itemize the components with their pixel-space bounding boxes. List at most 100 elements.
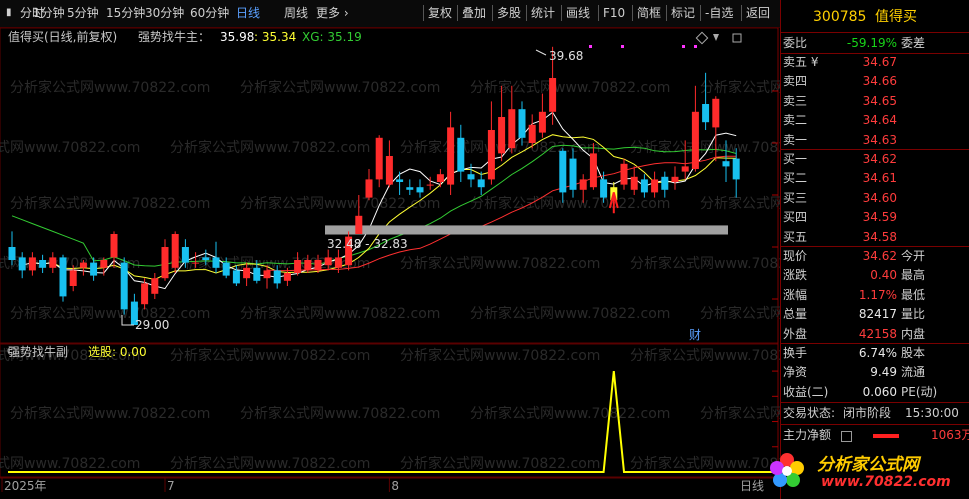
candle-body [28,257,36,271]
candle-body [498,117,506,154]
sell-row: 卖五 ¥ 34.67 [781,53,969,72]
dropdown-icon [713,34,719,41]
candle-body [559,150,567,193]
candle-body [416,187,424,193]
watermark-text: 分析家公式网www.70822.com [0,139,140,156]
main-net-row[interactable]: 主力净额 1063万 [781,426,969,445]
candle-body [651,179,659,193]
candle-body [110,234,118,258]
candle-body [212,257,220,268]
watermark-text: 分析家公式网www.70822.com [240,79,440,96]
fin-label-right: PE(动) [901,384,938,399]
status-time: 15:30:00 [905,406,959,420]
candle-body [702,104,710,123]
candle-body [324,257,332,266]
sell-label: 卖五 ¥ [783,55,819,69]
candle-body [406,187,414,190]
fin-row: 换手 6.74% 股本 [781,344,969,363]
indicator-xg: XG: 35.19 [302,30,362,44]
candle-body [518,109,526,138]
candle-body [222,262,230,276]
signal-marker [682,45,685,48]
candle-body [294,260,302,273]
candle-body [192,262,200,264]
candle-body [365,179,373,198]
list-icon[interactable] [841,431,852,442]
quote-label: 涨幅 [783,287,808,302]
candle-body [273,270,281,284]
weibi-value: -59.19% [846,36,897,50]
candle-body [579,179,587,190]
candle-body [661,176,669,190]
main-net-value: 1063万 [931,428,969,442]
candle-body [508,109,516,149]
indicator-v1: 35.98 [220,30,254,44]
quote-label-right: 量比 [901,307,926,322]
buy-value: 34.58 [862,229,897,244]
chart-title: 值得买(日线,前复权) [8,29,117,44]
candle-body [487,130,495,180]
watermark-text: 分析家公式网www.70822.com [470,305,670,322]
candle-body [712,98,720,128]
candle-body [202,257,210,260]
fin-value: 9.49 [870,365,897,380]
candle-body [355,215,363,234]
fin-label-right: 股本 [901,346,926,360]
candle-body [232,270,240,284]
candle-body [18,257,26,271]
candle-body [538,111,546,133]
ma-red-line [266,155,737,272]
fin-label: 净资 [783,365,808,380]
sub-xuangu: 选股: 0.00 [88,345,147,359]
buy-label: 买四 [783,210,808,225]
buy-row: 买四 34.59 [781,208,969,227]
signal-marker [621,45,624,48]
candle-body [549,78,557,112]
watermark-text: 分析家公式网www.70822.com [700,79,780,96]
buy-row: 买二 34.61 [781,169,969,188]
quote-value: 0.40 [870,268,897,283]
watermark-text: 分析家公式网www.70822.com [170,455,370,472]
sell-value: 34.67 [862,55,897,69]
candle-body [171,234,179,268]
candle-body [569,158,577,190]
stock-name: 值得买 [875,9,917,25]
candle-body [243,267,251,279]
watermark-text: 分析家公式网www.70822.com [240,405,440,422]
candle-body [426,184,434,186]
quote-value: 82417 [858,307,897,322]
watermark-text: 分析家公式网www.70822.com [10,405,210,422]
watermark-text: 分析家公式网www.70822.com [240,195,440,212]
divider [781,32,969,33]
candle-body [732,158,740,180]
support-band [325,225,728,235]
candle-body [671,176,679,182]
indicator-name: 强势找牛主： [138,29,210,44]
watermark-text: 分析家公式网www.70822.com [240,305,440,322]
buy-row: 买五 34.58 [781,228,969,247]
logo-url: www.70822.com [821,474,951,490]
candle-body [722,161,730,167]
fin-row: 净资 9.49 流通 [781,363,969,382]
buy-label: 买五 [783,229,808,244]
watermark-text: 分析家公式网www.70822.com [400,347,600,364]
fin-label-right: 流通 [901,365,926,380]
candle-body [253,267,261,281]
sell-value: 34.64 [862,113,897,128]
range-label: 32.48 - 32.83 [327,237,408,251]
candle-body [600,179,608,198]
fin-row: 收益(二) 0.060 PE(动) [781,383,969,402]
stock-code: 300785 [813,9,867,25]
candle-body [396,179,404,182]
brand-logo: 分析家公式网 www.70822.com [770,446,969,499]
weibi-row: 委比 -59.19% 委差 [781,34,969,53]
quote-value: 42158 [858,326,897,341]
stock-header[interactable]: 300785 值得买 [781,8,969,28]
buy-label: 买三 [783,190,808,205]
candle-body [79,262,87,268]
candle-body [589,153,597,188]
candle-body [691,111,699,169]
date-label: 7 [167,479,175,493]
quote-row: 现价 34.62 今开 [781,247,969,266]
signal-marker [694,45,697,48]
